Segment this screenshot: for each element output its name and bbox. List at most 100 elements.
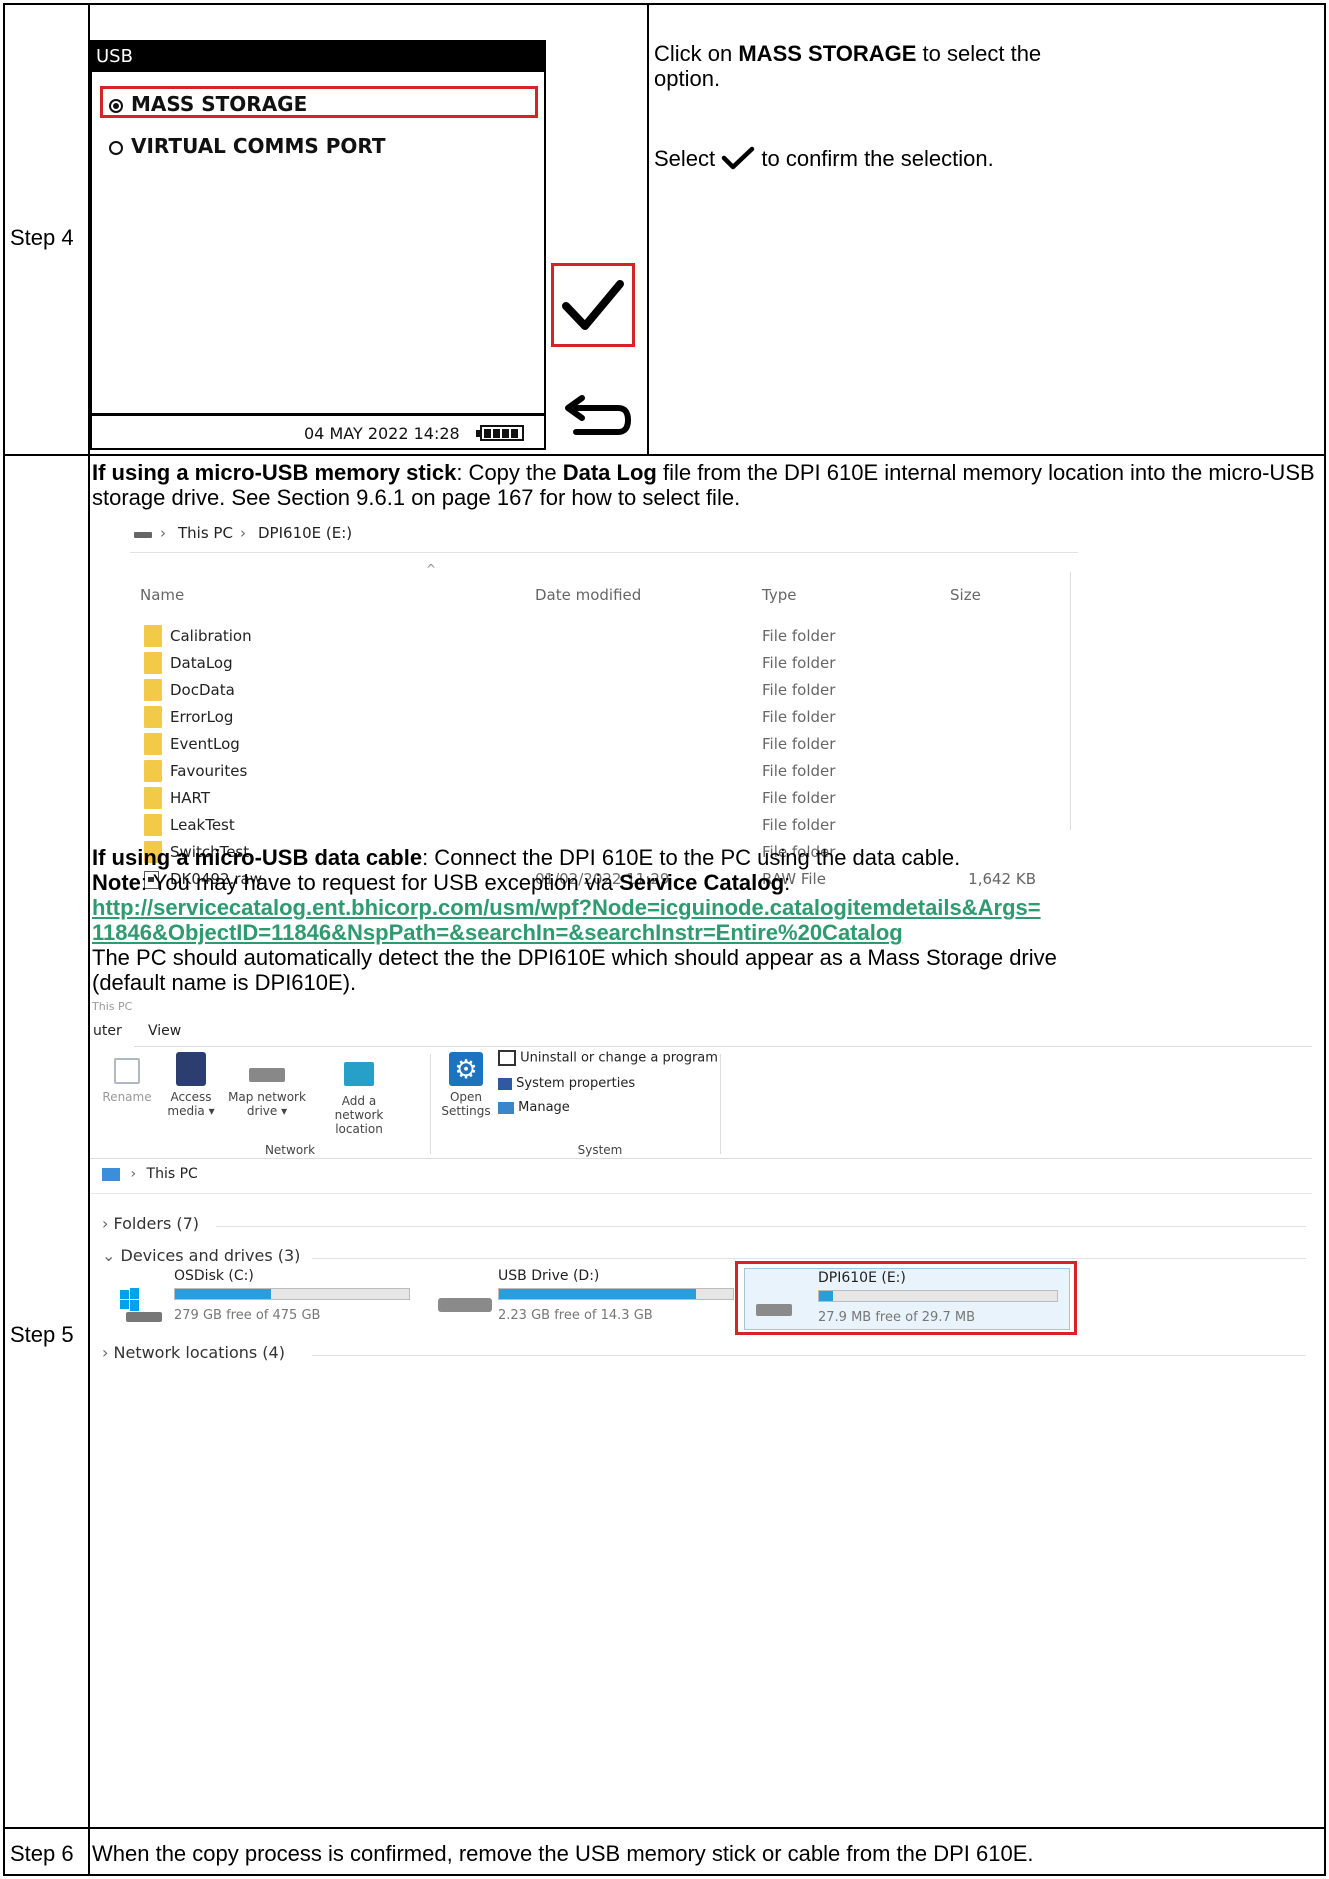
tab-computer[interactable]: uter xyxy=(93,1023,122,1039)
folder-icon xyxy=(144,706,162,728)
explorer-address-bar[interactable]: › This PC › DPI610E (E:) xyxy=(130,512,1078,553)
file-type: File folder xyxy=(762,789,836,807)
file-type: File folder xyxy=(762,627,836,645)
computer-icon xyxy=(102,1167,120,1181)
file-row[interactable]: EventLog File folder xyxy=(130,732,1070,758)
breadcrumb-this-pc[interactable]: This PC xyxy=(178,524,233,542)
breadcrumb-this-pc: This PC xyxy=(146,1166,198,1182)
step6-instruction: When the copy process is confirmed, remo… xyxy=(92,1841,1034,1866)
window-title: This PC xyxy=(92,1000,133,1013)
manage-link[interactable]: Manage xyxy=(498,1100,570,1115)
table-border-top xyxy=(3,3,1326,5)
programs-icon xyxy=(498,1050,516,1066)
sort-arrow-icon: ^ xyxy=(426,562,437,576)
section-folders[interactable]: › Folders (7) xyxy=(102,1214,199,1233)
file-name: LeakTest xyxy=(170,816,235,834)
column-header-size[interactable]: Size xyxy=(950,586,981,604)
file-row[interactable]: DocData File folder xyxy=(130,678,1070,704)
breadcrumb-drive[interactable]: DPI610E (E:) xyxy=(258,524,352,542)
file-name: EventLog xyxy=(170,735,240,753)
media-icon xyxy=(176,1052,206,1086)
device-title-bar: USB xyxy=(92,42,544,72)
file-explorer: › This PC › DPI610E (E:) ^ Name Date mod… xyxy=(130,512,1078,889)
service-catalog-link[interactable]: http://servicecatalog.ent.bhicorp.com/us… xyxy=(92,895,1041,920)
confirm-button[interactable] xyxy=(551,263,635,347)
section-network-locations[interactable]: › Network locations (4) xyxy=(102,1343,285,1362)
step6-label: Step 6 xyxy=(10,1841,74,1866)
file-type: File folder xyxy=(762,708,836,726)
drive-free-space: 2.23 GB free of 14.3 GB xyxy=(498,1308,653,1323)
rename-icon xyxy=(114,1058,140,1084)
row-divider-1 xyxy=(3,454,1326,456)
windows-drive-icon xyxy=(120,1282,162,1322)
column-header-type[interactable]: Type xyxy=(762,586,796,604)
file-row[interactable]: Calibration File folder xyxy=(130,624,1070,650)
folder-icon xyxy=(144,814,162,836)
file-name: DataLog xyxy=(170,654,233,672)
checkmark-icon xyxy=(562,280,624,330)
access-media-button[interactable]: Access media ▾ xyxy=(162,1052,220,1118)
chevron-right-icon: › xyxy=(102,1214,109,1233)
file-row[interactable]: HART File folder xyxy=(130,786,1070,812)
status-bar: 04 MAY 2022 14:28 xyxy=(92,416,544,448)
drive-osdisk[interactable]: OSDisk (C:) 279 GB free of 475 GB xyxy=(112,1268,432,1330)
thispc-address-bar[interactable]: › This PC xyxy=(102,1166,198,1182)
usb-drive-icon xyxy=(756,1304,792,1316)
drive-free-space: 279 GB free of 475 GB xyxy=(174,1308,321,1323)
step4-label: Step 4 xyxy=(10,225,74,250)
file-row[interactable]: DataLog File folder xyxy=(130,651,1070,677)
drive-free-space: 27.9 MB free of 29.7 MB xyxy=(818,1310,975,1325)
file-name: Calibration xyxy=(170,627,252,645)
gear-icon: ⚙ xyxy=(449,1052,483,1086)
table-border-bottom xyxy=(3,1874,1326,1876)
back-button[interactable] xyxy=(556,394,632,446)
add-network-location-button[interactable]: Add a network location xyxy=(316,1056,402,1136)
status-datetime: 04 MAY 2022 14:28 xyxy=(304,424,460,443)
file-type: File folder xyxy=(762,762,836,780)
map-network-drive-button[interactable]: Map network drive ▾ xyxy=(224,1058,310,1118)
option-virtual-comms-port[interactable]: VIRTUAL COMMS PORT xyxy=(103,134,386,158)
back-arrow-icon xyxy=(565,395,631,435)
device-screen: USB MASS STORAGE VIRTUAL COMMS PORT 04 M… xyxy=(90,40,546,450)
system-group-label: System xyxy=(577,1143,623,1157)
folder-icon xyxy=(144,760,162,782)
system-properties-link[interactable]: System properties xyxy=(498,1076,635,1091)
tab-view[interactable]: View xyxy=(148,1023,181,1039)
file-row[interactable]: ErrorLog File folder xyxy=(130,705,1070,731)
drive-dpi610e-highlight[interactable]: DPI610E (E:) 27.9 MB free of 29.7 MB xyxy=(735,1261,1077,1335)
checkmark-icon xyxy=(722,146,755,170)
uninstall-program-link[interactable]: Uninstall or change a program xyxy=(498,1050,718,1066)
step4-instruction-1: Click on MASS STORAGE to select the opti… xyxy=(654,41,1042,91)
usb-drive-icon xyxy=(438,1298,492,1312)
drive-usage-bar xyxy=(818,1290,1058,1302)
open-settings-button[interactable]: ⚙ Open Settings xyxy=(436,1052,496,1118)
folder-icon xyxy=(144,625,162,647)
drive-name: OSDisk (C:) xyxy=(174,1268,254,1284)
step4-column-divider xyxy=(647,3,649,455)
file-name: HART xyxy=(170,789,211,807)
file-row[interactable]: Favourites File folder xyxy=(130,759,1070,785)
section-devices[interactable]: ⌄ Devices and drives (3) xyxy=(102,1246,300,1265)
network-group-label: Network xyxy=(264,1143,316,1157)
drive-usage-bar xyxy=(498,1288,734,1300)
system-properties-icon xyxy=(498,1077,512,1090)
drive-usb[interactable]: USB Drive (D:) 2.23 GB free of 14.3 GB xyxy=(430,1268,770,1330)
service-catalog-link-cont[interactable]: 11846&ObjectID=11846&NspPath=&searchIn=&… xyxy=(92,920,903,945)
column-header-date[interactable]: Date modified xyxy=(535,586,641,604)
drive-name: DPI610E (E:) xyxy=(818,1270,906,1286)
file-row[interactable]: LeakTest File folder xyxy=(130,813,1070,839)
option-label: MASS STORAGE xyxy=(131,92,308,116)
column-header-name[interactable]: Name xyxy=(140,586,184,604)
table-border-right xyxy=(1324,3,1326,1876)
step5-label: Step 5 xyxy=(10,1322,74,1347)
file-type: File folder xyxy=(762,654,836,672)
row-divider-2 xyxy=(3,1827,1326,1829)
file-type: File folder xyxy=(762,735,836,753)
folder-icon xyxy=(144,733,162,755)
manage-icon xyxy=(498,1101,514,1114)
file-type: File folder xyxy=(762,816,836,834)
option-mass-storage[interactable]: MASS STORAGE xyxy=(100,86,538,118)
rename-button[interactable]: Rename xyxy=(98,1058,156,1104)
data-cable-instruction: If using a micro-USB data cable: Connect… xyxy=(92,845,1057,995)
folder-icon xyxy=(144,679,162,701)
